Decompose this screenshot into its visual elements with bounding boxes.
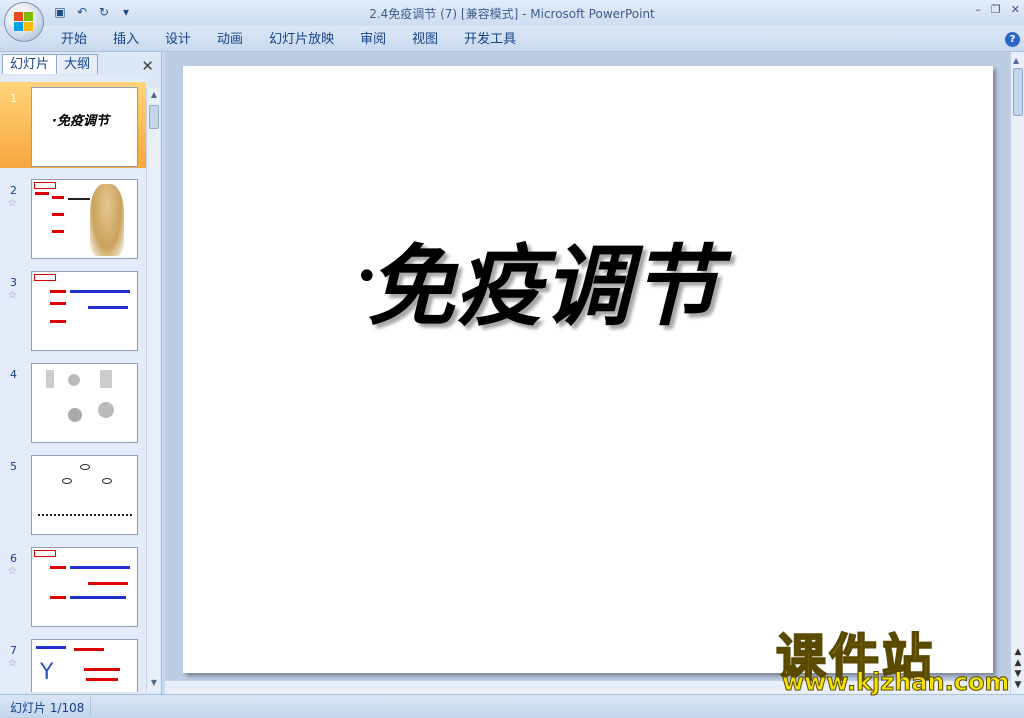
help-icon[interactable]: ?: [1005, 32, 1020, 47]
window-title: 2.4免疫调节 (7) [兼容模式] - Microsoft PowerPoin…: [369, 7, 655, 21]
slide-thumbnail-4[interactable]: 4: [0, 358, 146, 444]
thumbnail-preview: [31, 179, 138, 259]
watermark-url: www.kjzhan.com: [781, 668, 1010, 697]
tab-insert[interactable]: 插入: [100, 31, 152, 49]
office-logo-icon: [14, 12, 34, 32]
tab-animations[interactable]: 动画: [204, 31, 256, 49]
tab-outline[interactable]: 大纲: [56, 54, 99, 74]
title-bar: ▣ ↶ ↻ ▾ 2.4免疫调节 (7) [兼容模式] - Microsoft P…: [0, 0, 1024, 26]
ribbon: 开始 插入 设计 动画 幻灯片放映 审阅 视图 开发工具 ?: [0, 26, 1024, 52]
slide-number: 1: [10, 92, 17, 105]
thumbnail-preview: [31, 363, 138, 443]
scroll-thumb[interactable]: [149, 105, 159, 129]
slide-thumbnail-6[interactable]: 6 ☆: [0, 542, 146, 628]
slides-pane: 幻灯片 大纲 ✕ 1 ·免疫调节 2 ☆ 3 ☆ 4 5 6 ☆ 7 ☆ Y ▲…: [0, 52, 162, 694]
slide-number: 4: [10, 368, 17, 381]
scroll-down-icon[interactable]: ▼: [148, 678, 160, 690]
restore-button[interactable]: ❐: [991, 3, 1001, 16]
animation-star-icon: ☆: [8, 566, 17, 577]
thumbnail-list: 1 ·免疫调节 2 ☆ 3 ☆ 4 5 6 ☆ 7 ☆ Y: [0, 76, 146, 692]
tab-design[interactable]: 设计: [152, 31, 204, 49]
thumbnail-preview: [31, 455, 138, 535]
slide-number: 5: [10, 460, 17, 473]
minimize-button[interactable]: –: [975, 3, 981, 16]
thumbnail-preview: [31, 547, 138, 627]
scroll-up-icon[interactable]: ▲: [1013, 56, 1019, 65]
animation-star-icon: ☆: [8, 658, 17, 669]
slide-workspace: • 免疫调节: [165, 52, 1010, 694]
slide-thumbnail-3[interactable]: 3 ☆: [0, 266, 146, 352]
tab-review[interactable]: 审阅: [347, 31, 399, 49]
office-button[interactable]: [4, 2, 44, 42]
slide-number: 2: [10, 184, 17, 197]
slide-number: 3: [10, 276, 17, 289]
close-button[interactable]: ✕: [1011, 3, 1020, 16]
tab-developer[interactable]: 开发工具: [451, 31, 529, 49]
animation-star-icon: ☆: [8, 290, 17, 301]
thumbnail-scrollbar[interactable]: ▲ ▼: [146, 88, 160, 692]
slide-counter: 幻灯片 1/108: [10, 701, 85, 715]
slide-number: 7: [10, 644, 17, 657]
scroll-up-icon[interactable]: ▲: [148, 90, 160, 102]
tab-slides[interactable]: 幻灯片: [2, 54, 58, 74]
slide-thumbnail-7[interactable]: 7 ☆ Y: [0, 634, 146, 692]
thumbnail-preview: Y: [31, 639, 138, 692]
slide-scrollbar[interactable]: ▲ ▲ ▲ ▼ ▼: [1010, 52, 1024, 694]
status-bar: 幻灯片 1/108: [0, 694, 1024, 718]
slide-thumbnail-2[interactable]: 2 ☆: [0, 174, 146, 260]
thumbnail-title: ·免疫调节: [52, 114, 109, 129]
slide-thumbnail-1[interactable]: 1 ·免疫调节: [0, 82, 146, 168]
slide-number: 6: [10, 552, 17, 565]
slide-canvas[interactable]: • 免疫调节: [183, 66, 993, 673]
animation-star-icon: ☆: [8, 198, 17, 209]
pane-close-icon[interactable]: ✕: [141, 57, 154, 75]
scroll-thumb[interactable]: [1013, 68, 1023, 116]
divider: [90, 697, 91, 715]
tab-view[interactable]: 视图: [399, 31, 451, 49]
slide-title[interactable]: 免疫调节: [367, 216, 719, 343]
thumbnail-preview: ·免疫调节: [31, 87, 138, 167]
tab-home[interactable]: 开始: [48, 31, 100, 49]
slide-nav-icons[interactable]: ▲ ▲ ▼ ▼: [1012, 647, 1024, 691]
tab-slideshow[interactable]: 幻灯片放映: [256, 31, 347, 49]
thumbnail-preview: [31, 271, 138, 351]
slide-thumbnail-5[interactable]: 5: [0, 450, 146, 536]
